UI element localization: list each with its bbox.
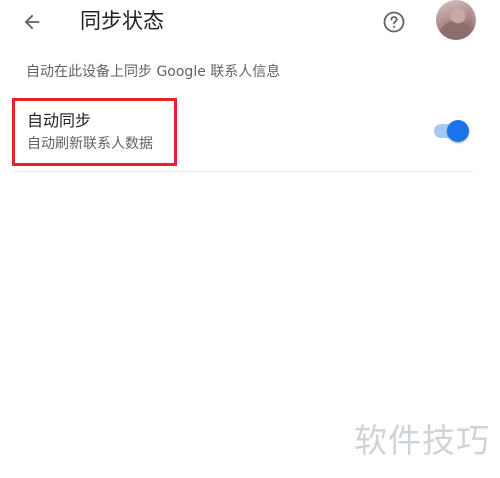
auto-sync-title: 自动同步 bbox=[27, 111, 92, 130]
back-button[interactable] bbox=[18, 8, 46, 36]
auto-sync-toggle[interactable] bbox=[432, 119, 472, 143]
page-title: 同步状态 bbox=[80, 9, 164, 33]
toggle-thumb bbox=[447, 120, 469, 142]
highlight-box bbox=[12, 98, 177, 166]
arrow-back-icon bbox=[24, 14, 40, 30]
help-circle-icon bbox=[383, 11, 405, 33]
row-divider bbox=[12, 171, 474, 172]
sync-description: 自动在此设备上同步 Google 联系人信息 bbox=[26, 64, 281, 80]
auto-sync-setting-row[interactable]: 自动同步 自动刷新联系人数据 bbox=[12, 98, 472, 172]
app-bar: 同步状态 bbox=[0, 0, 500, 44]
watermark: 软件技巧 bbox=[354, 421, 490, 460]
help-button[interactable] bbox=[381, 9, 407, 35]
avatar-edge-fade bbox=[470, 0, 500, 44]
auto-sync-description: 自动刷新联系人数据 bbox=[27, 136, 153, 152]
